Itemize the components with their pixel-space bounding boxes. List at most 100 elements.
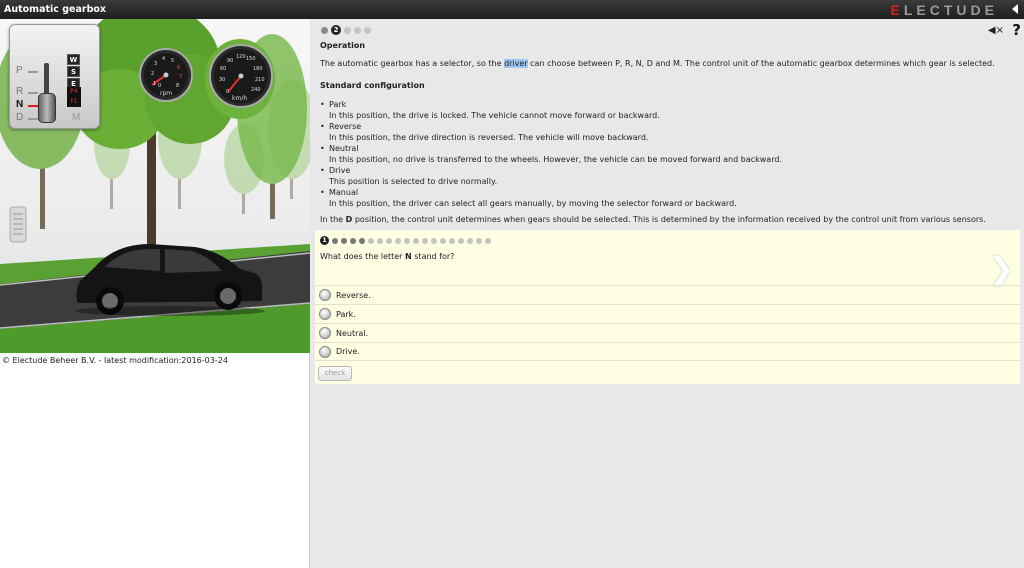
rpm-tick-3: 3 <box>154 61 158 67</box>
page-dot-1[interactable] <box>321 26 328 34</box>
page-dot-current[interactable]: 2 <box>331 25 341 35</box>
question-dot[interactable] <box>422 237 428 244</box>
selector-dash-p <box>28 71 38 73</box>
question-dot[interactable] <box>467 237 473 244</box>
question-dot[interactable] <box>404 237 410 244</box>
zoom-slider-handle[interactable] <box>9 206 27 243</box>
rpm-tick-2: 2 <box>151 71 155 77</box>
radio-icon[interactable] <box>319 308 331 320</box>
footer-paragraph: In the D position, the control unit dete… <box>320 215 986 224</box>
question-dot[interactable] <box>449 237 455 244</box>
config-list: ParkIn this position, the drive is locke… <box>320 99 1015 209</box>
answer-option-reverse[interactable]: Reverse. <box>315 285 1020 304</box>
question-dot[interactable] <box>431 237 437 244</box>
simulation-pane: 1 2 3 4 5 6 7 8 0 rpm 0 30 60 90 120 150… <box>0 19 310 568</box>
gear-display-line-1: P4 <box>70 88 78 95</box>
selector-position-m[interactable]: M <box>72 112 80 123</box>
question-dot[interactable] <box>458 237 464 244</box>
mode-button-s[interactable]: S <box>67 66 80 77</box>
question-dot[interactable] <box>386 237 392 244</box>
page-dot-5[interactable] <box>364 26 371 34</box>
selector-position-d[interactable]: D <box>16 112 23 123</box>
question-dot-current[interactable]: 1 <box>320 236 329 245</box>
mute-sound-icon[interactable]: ◀× <box>988 25 1004 36</box>
mode-button-w[interactable]: W <box>67 54 80 65</box>
intro-paragraph: The automatic gearbox has a selector, so… <box>320 59 995 68</box>
rpm-tick-0: 0 <box>158 83 162 89</box>
rpm-tick-6: 6 <box>177 65 181 71</box>
answer-label[interactable]: Reverse. <box>336 291 371 300</box>
config-title: Standard configuration <box>320 81 425 90</box>
config-item-manual: ManualIn this position, the driver can s… <box>320 187 1015 209</box>
collapse-arrow-icon[interactable] <box>1012 4 1018 14</box>
gear-selector-panel[interactable]: P R N D M W S E P4 F1 <box>9 24 100 129</box>
question-dot[interactable] <box>341 237 347 244</box>
gear-display: P4 F1 <box>67 87 81 107</box>
config-item-park: ParkIn this position, the drive is locke… <box>320 99 1015 121</box>
speed-tick-210: 210 <box>255 77 265 83</box>
speed-tick-0: 0 <box>226 89 230 95</box>
speed-tick-150: 150 <box>246 56 256 62</box>
answer-option-neutral[interactable]: Neutral. <box>315 323 1020 342</box>
speed-tick-60: 60 <box>220 66 227 72</box>
answer-option-park[interactable]: Park. <box>315 304 1020 323</box>
answer-label[interactable]: Drive. <box>336 347 360 356</box>
speed-label: km/h <box>232 95 248 102</box>
page-dot-4[interactable] <box>354 26 361 34</box>
speed-tick-180: 180 <box>253 66 263 72</box>
lesson-content: Operation The automatic gearbox has a se… <box>320 40 1015 225</box>
question-text: What does the letter N stand for? <box>320 252 455 261</box>
gear-display-line-2: F1 <box>70 98 78 105</box>
speed-tick-120: 120 <box>236 54 246 60</box>
question-box: 1 What does the letter N stand for? ❯ Re… <box>315 230 1020 384</box>
question-dot[interactable] <box>440 237 446 244</box>
selector-position-n[interactable]: N <box>16 99 23 110</box>
speed-tick-30: 30 <box>219 77 226 83</box>
rpm-tick-7: 7 <box>179 74 183 80</box>
section-title: Operation <box>320 41 366 50</box>
help-icon[interactable]: ? <box>1012 21 1021 39</box>
title-bar: Automatic gearbox ELECTUDE <box>0 0 1024 19</box>
page-dot-3[interactable] <box>344 26 351 34</box>
question-dot[interactable] <box>377 237 383 244</box>
speed-tick-240: 240 <box>251 87 261 93</box>
selector-dash-r <box>28 92 38 94</box>
content-pane: 2 ◀× ? Operation The automatic gearbox h… <box>311 19 1024 568</box>
answer-label[interactable]: Neutral. <box>336 329 368 338</box>
answer-option-drive[interactable]: Drive. <box>315 342 1020 361</box>
rpm-label: rpm <box>160 90 173 97</box>
check-button[interactable]: check <box>318 366 352 381</box>
selector-lever[interactable] <box>38 93 56 123</box>
radio-icon[interactable] <box>319 345 331 358</box>
selector-dash-d <box>28 118 38 120</box>
next-question-arrow-icon[interactable]: ❯ <box>989 252 1014 287</box>
question-dot[interactable] <box>332 237 338 244</box>
question-dot[interactable] <box>476 237 482 244</box>
copyright-text: © Electude Beheer B.V. - latest modifica… <box>2 356 228 365</box>
question-dot[interactable] <box>395 237 401 244</box>
rpm-tick-5: 5 <box>171 58 175 64</box>
config-item-neutral: NeutralIn this position, no drive is tra… <box>320 143 1015 165</box>
answer-label[interactable]: Park. <box>336 310 356 319</box>
glossary-term-driver[interactable]: driver <box>504 59 528 68</box>
question-dot[interactable] <box>413 237 419 244</box>
speed-tick-90: 90 <box>227 58 234 64</box>
electude-logo: ELECTUDE <box>890 2 998 18</box>
question-dot[interactable] <box>350 237 356 244</box>
radio-icon[interactable] <box>319 327 331 339</box>
config-item-drive: DriveThis position is selected to drive … <box>320 165 1015 187</box>
window-title: Automatic gearbox <box>4 4 107 15</box>
question-dot[interactable] <box>359 237 365 244</box>
page-indicator: 2 <box>321 25 371 35</box>
rpm-tick-4: 4 <box>162 56 166 62</box>
selector-dash-n <box>28 105 38 107</box>
selector-position-p[interactable]: P <box>16 65 23 76</box>
simulation-scene: 1 2 3 4 5 6 7 8 0 rpm 0 30 60 90 120 150… <box>0 19 310 353</box>
question-indicator: 1 <box>320 236 491 245</box>
radio-icon[interactable] <box>319 289 331 301</box>
question-dot[interactable] <box>485 237 491 244</box>
question-dot[interactable] <box>368 237 374 244</box>
config-item-reverse: ReverseIn this position, the drive direc… <box>320 121 1015 143</box>
selector-position-r[interactable]: R <box>16 86 23 97</box>
rpm-tick-8: 8 <box>176 83 180 89</box>
